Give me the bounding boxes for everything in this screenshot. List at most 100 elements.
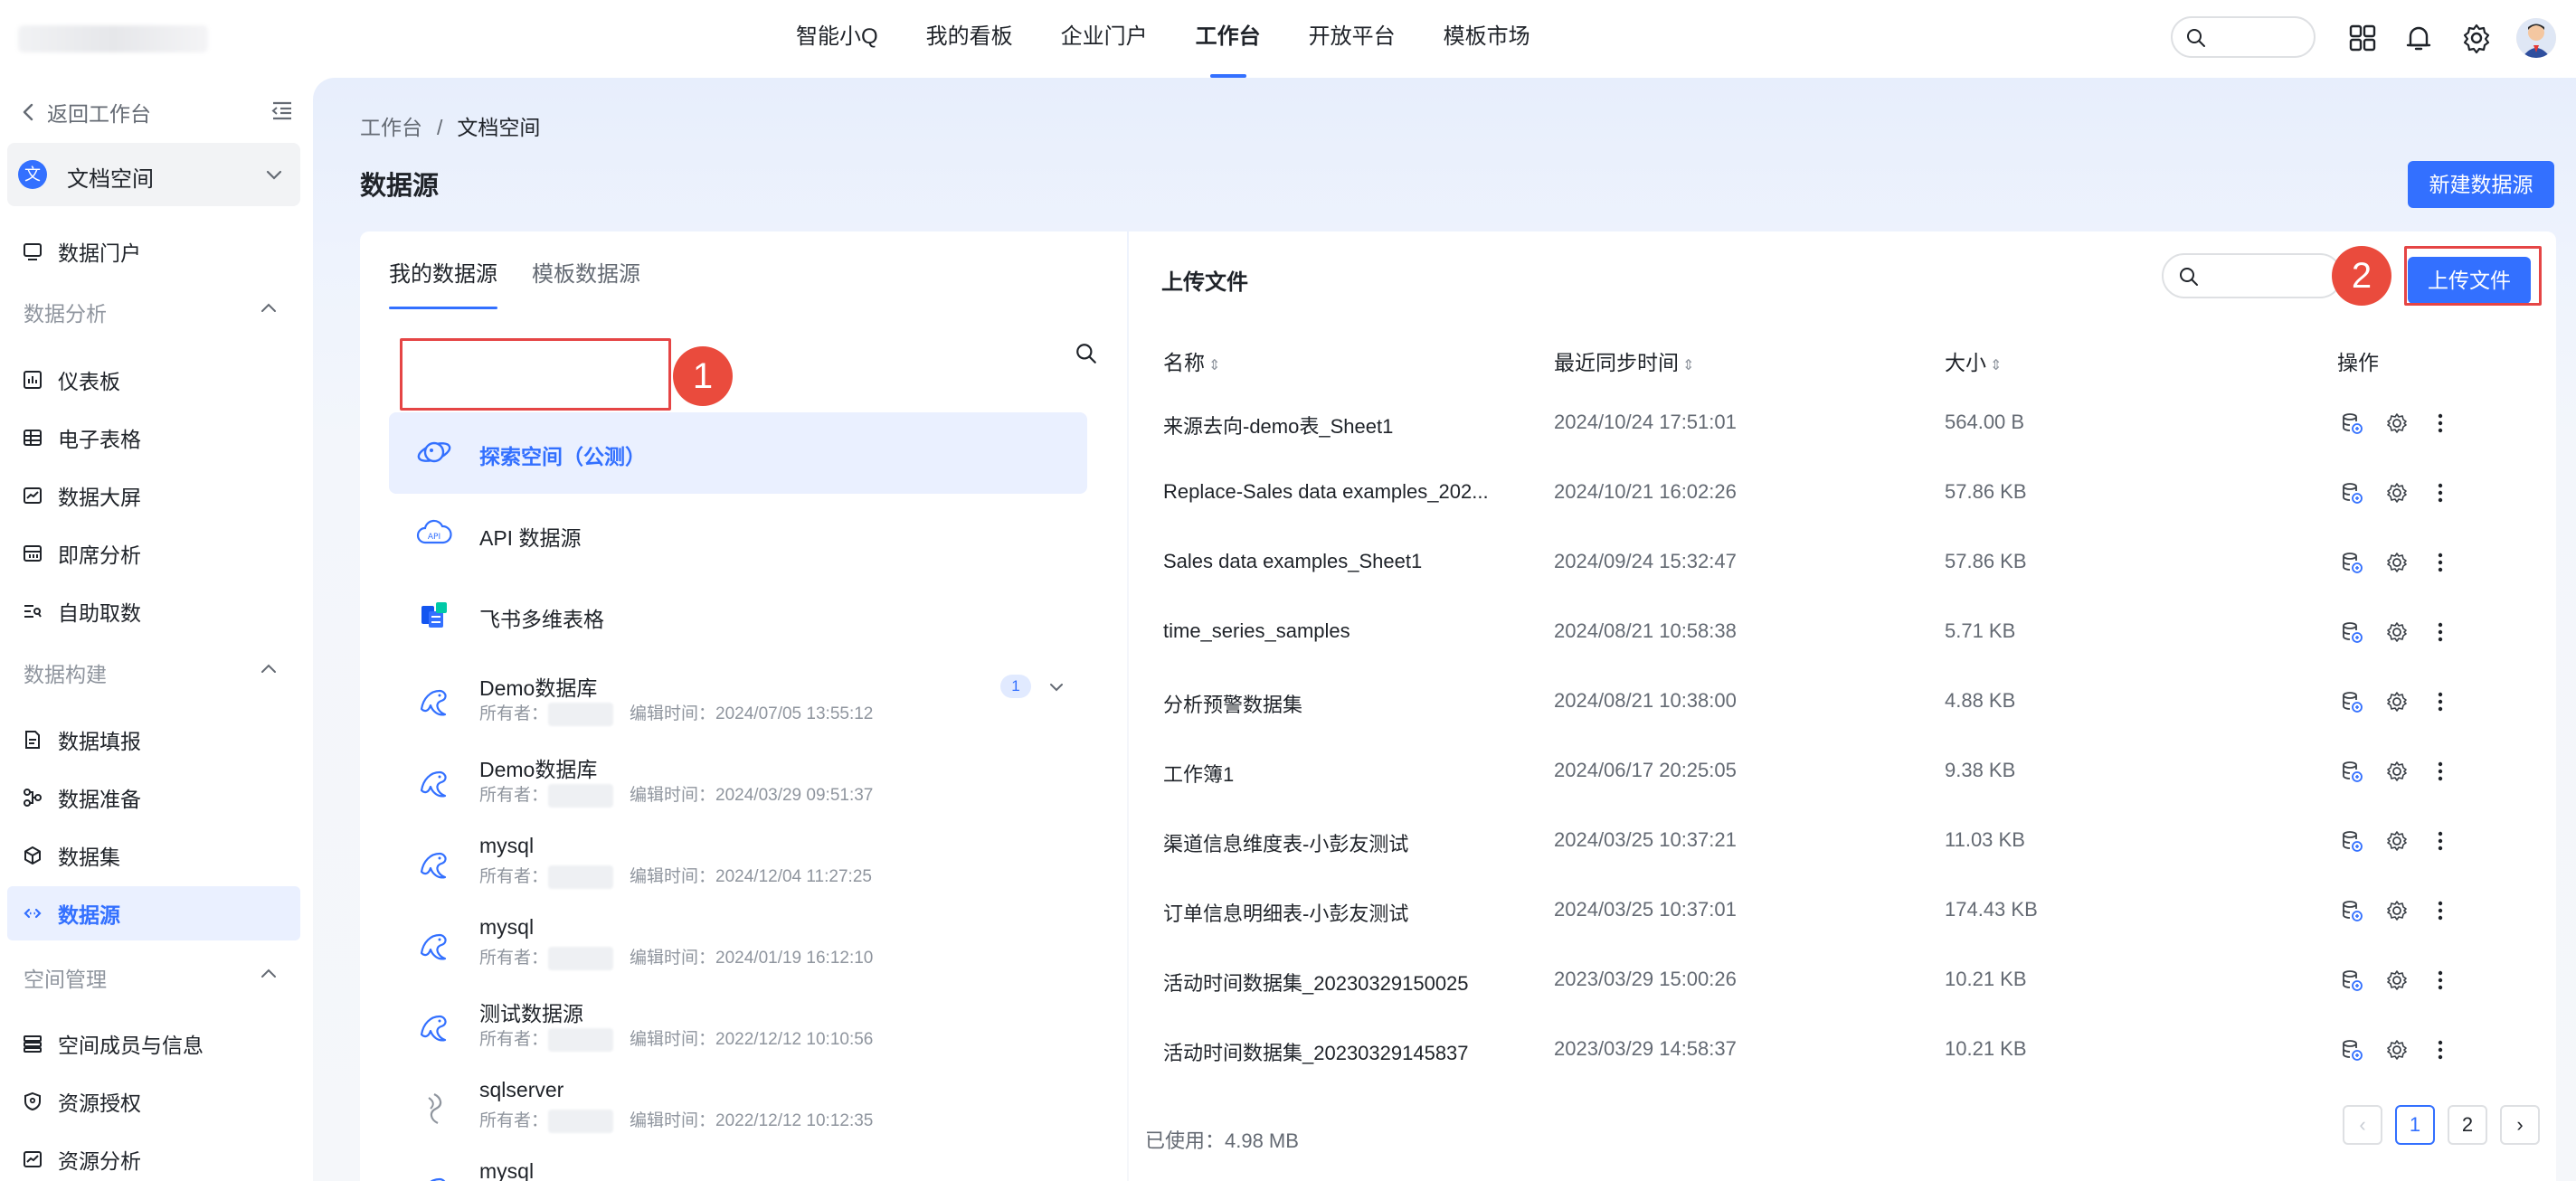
datasource-item[interactable]: Demo数据库 所有者： 编辑时间：2024/07/05 13:55:12 bbox=[414, 671, 1102, 734]
more-vertical-icon[interactable] bbox=[2428, 759, 2453, 784]
nav-item-my-dashboard[interactable]: 我的看板 bbox=[926, 0, 1013, 78]
gear-icon[interactable] bbox=[2384, 689, 2410, 714]
sidebar-item-adhoc[interactable]: 即席分析 bbox=[7, 526, 300, 581]
sidebar-item-data-prep[interactable]: 数据准备 bbox=[7, 770, 300, 825]
more-vertical-icon[interactable] bbox=[2428, 480, 2453, 505]
table-row[interactable]: Sales data examples_Sheet1 2024/09/24 15:… bbox=[1129, 528, 2556, 598]
nav-item-smart-q[interactable]: 智能小Q bbox=[796, 0, 878, 78]
collapse-sidebar-icon[interactable] bbox=[270, 98, 295, 123]
sidebar-item-self-service[interactable]: 自助取数 bbox=[7, 584, 300, 638]
file-name[interactable]: 渠道信息维度表-小彭友测试 bbox=[1163, 828, 1408, 857]
sidebar-item-members[interactable]: 空间成员与信息 bbox=[7, 1016, 300, 1071]
apps-grid-icon[interactable] bbox=[2346, 22, 2379, 54]
database-sync-icon[interactable] bbox=[2339, 968, 2364, 993]
file-name[interactable]: 工作簿1 bbox=[1163, 759, 1234, 788]
back-to-workbench-link[interactable]: 返回工作台 bbox=[20, 94, 151, 130]
table-row[interactable]: 渠道信息维度表-小彭友测试 2024/03/25 10:37:21 11.03 KB bbox=[1129, 807, 2556, 876]
datasource-item-explore-space[interactable]: 探索空间（公测） bbox=[414, 432, 1102, 474]
table-row[interactable]: time_series_samples 2024/08/21 10:58:38 5.… bbox=[1129, 598, 2556, 667]
sidebar-item-data-portal[interactable]: 数据门户 bbox=[7, 224, 300, 279]
chevron-up-icon[interactable] bbox=[259, 659, 279, 679]
group-title-build[interactable]: 数据构建 bbox=[24, 657, 107, 688]
file-search-input[interactable] bbox=[2162, 253, 2343, 298]
nav-item-template-market[interactable]: 模板市场 bbox=[1444, 0, 1530, 78]
gear-icon[interactable] bbox=[2384, 411, 2410, 436]
database-sync-icon[interactable] bbox=[2339, 411, 2364, 436]
search-icon[interactable] bbox=[1075, 342, 1098, 365]
brand-logo[interactable] bbox=[18, 25, 208, 52]
breadcrumb-workbench[interactable]: 工作台 bbox=[360, 116, 422, 139]
group-title-space-manage[interactable]: 空间管理 bbox=[24, 962, 107, 993]
sidebar-item-dashboard[interactable]: 仪表板 bbox=[7, 353, 300, 407]
new-datasource-button[interactable]: 新建数据源 bbox=[2408, 161, 2554, 208]
gear-icon[interactable] bbox=[2384, 759, 2410, 784]
column-header-sync-time[interactable]: 最近同步时间 ⇕ bbox=[1554, 345, 1694, 376]
more-vertical-icon[interactable] bbox=[2428, 550, 2453, 575]
gear-icon[interactable] bbox=[2384, 619, 2410, 645]
database-sync-icon[interactable] bbox=[2339, 480, 2364, 505]
database-sync-icon[interactable] bbox=[2339, 689, 2364, 714]
prev-page-button[interactable]: ‹ bbox=[2343, 1105, 2382, 1145]
bell-icon[interactable] bbox=[2402, 22, 2435, 54]
datasource-item[interactable]: mysql所有者：编辑时间：2024/12/04 11:29:07 bbox=[414, 1159, 1102, 1181]
column-header-size[interactable]: 大小 ⇕ bbox=[1945, 345, 2002, 376]
table-row[interactable]: 活动时间数据集_20230329150025 2023/03/29 15:00:2… bbox=[1129, 946, 2556, 1016]
database-sync-icon[interactable] bbox=[2339, 550, 2364, 575]
page-1-button[interactable]: 1 bbox=[2395, 1105, 2435, 1145]
datasource-item[interactable]: sqlserver 所有者： 编辑时间：2022/12/12 10:12:35 bbox=[414, 1078, 1102, 1141]
next-page-button[interactable]: › bbox=[2500, 1105, 2540, 1145]
file-name[interactable]: Sales data examples_Sheet1 bbox=[1163, 550, 1422, 573]
tab-my-datasources[interactable]: 我的数据源 bbox=[389, 231, 497, 318]
global-search-input[interactable] bbox=[2171, 16, 2316, 58]
sidebar-item-big-screen[interactable]: 数据大屏 bbox=[7, 468, 300, 523]
more-vertical-icon[interactable] bbox=[2428, 689, 2453, 714]
file-name[interactable]: 订单信息明细表-小彭友测试 bbox=[1163, 898, 1408, 927]
sidebar-item-dataset[interactable]: 数据集 bbox=[7, 828, 300, 883]
table-row[interactable]: 订单信息明细表-小彭友测试 2024/03/25 10:37:01 174.43 K… bbox=[1129, 876, 2556, 946]
table-row[interactable]: 工作簿1 2024/06/17 20:25:05 9.38 KB bbox=[1129, 737, 2556, 807]
gear-icon[interactable] bbox=[2384, 1037, 2410, 1063]
sidebar-item-datasource[interactable]: 数据源 bbox=[7, 886, 300, 940]
sidebar-item-data-fill[interactable]: 数据填报 bbox=[7, 713, 300, 767]
chevron-up-icon[interactable] bbox=[259, 298, 279, 318]
table-row[interactable]: 活动时间数据集_20230329145837 2023/03/29 14:58:3… bbox=[1129, 1016, 2556, 1085]
more-vertical-icon[interactable] bbox=[2428, 619, 2453, 645]
database-sync-icon[interactable] bbox=[2339, 1037, 2364, 1063]
user-avatar[interactable] bbox=[2516, 18, 2556, 58]
datasource-item[interactable]: mysql 所有者： 编辑时间：2024/01/19 16:12:10 bbox=[414, 915, 1102, 978]
datasource-item[interactable]: mysql 所有者： 编辑时间：2024/12/04 11:27:25 bbox=[414, 834, 1102, 897]
datasource-item-api[interactable]: API API 数据源 bbox=[414, 514, 1102, 555]
datasource-item[interactable]: Demo数据库 所有者： 编辑时间：2024/03/29 09:51:37 bbox=[414, 752, 1102, 816]
database-sync-icon[interactable] bbox=[2339, 828, 2364, 854]
database-sync-icon[interactable] bbox=[2339, 619, 2364, 645]
sidebar-item-resource-analysis[interactable]: 资源分析 bbox=[7, 1132, 300, 1181]
more-vertical-icon[interactable] bbox=[2428, 898, 2453, 923]
more-vertical-icon[interactable] bbox=[2428, 828, 2453, 854]
sidebar-item-spreadsheet[interactable]: 电子表格 bbox=[7, 411, 300, 465]
gear-icon[interactable] bbox=[2460, 22, 2493, 54]
file-name[interactable]: Replace-Sales data examples_202... bbox=[1163, 480, 1489, 504]
space-selector[interactable]: 文 文档空间 bbox=[7, 143, 300, 206]
database-sync-icon[interactable] bbox=[2339, 898, 2364, 923]
table-row[interactable]: Replace-Sales data examples_202... 2024/1… bbox=[1129, 458, 2556, 528]
more-vertical-icon[interactable] bbox=[2428, 968, 2453, 993]
file-name[interactable]: 活动时间数据集_20230329150025 bbox=[1163, 968, 1469, 997]
column-header-name[interactable]: 名称 ⇕ bbox=[1163, 345, 1220, 376]
datasource-item[interactable]: 测试数据源 所有者： 编辑时间：2022/12/12 10:10:56 bbox=[414, 997, 1102, 1060]
nav-item-open-platform[interactable]: 开放平台 bbox=[1309, 0, 1396, 78]
database-sync-icon[interactable] bbox=[2339, 759, 2364, 784]
file-name[interactable]: time_series_samples bbox=[1163, 619, 1350, 643]
datasource-item-feishu-bitable[interactable]: 飞书多维表格 bbox=[414, 595, 1102, 637]
more-vertical-icon[interactable] bbox=[2428, 411, 2453, 436]
group-title-analysis[interactable]: 数据分析 bbox=[24, 297, 107, 327]
chevron-up-icon[interactable] bbox=[259, 964, 279, 984]
gear-icon[interactable] bbox=[2384, 828, 2410, 854]
file-name[interactable]: 活动时间数据集_20230329145837 bbox=[1163, 1037, 1469, 1066]
nav-item-portal[interactable]: 企业门户 bbox=[1061, 0, 1148, 78]
nav-item-workbench[interactable]: 工作台 bbox=[1196, 0, 1261, 78]
page-2-button[interactable]: 2 bbox=[2448, 1105, 2487, 1145]
file-name[interactable]: 分析预警数据集 bbox=[1163, 689, 1302, 718]
gear-icon[interactable] bbox=[2384, 968, 2410, 993]
table-row[interactable]: 来源去向-demo表_Sheet1 2024/10/24 17:51:01 564.… bbox=[1129, 389, 2556, 458]
gear-icon[interactable] bbox=[2384, 480, 2410, 505]
